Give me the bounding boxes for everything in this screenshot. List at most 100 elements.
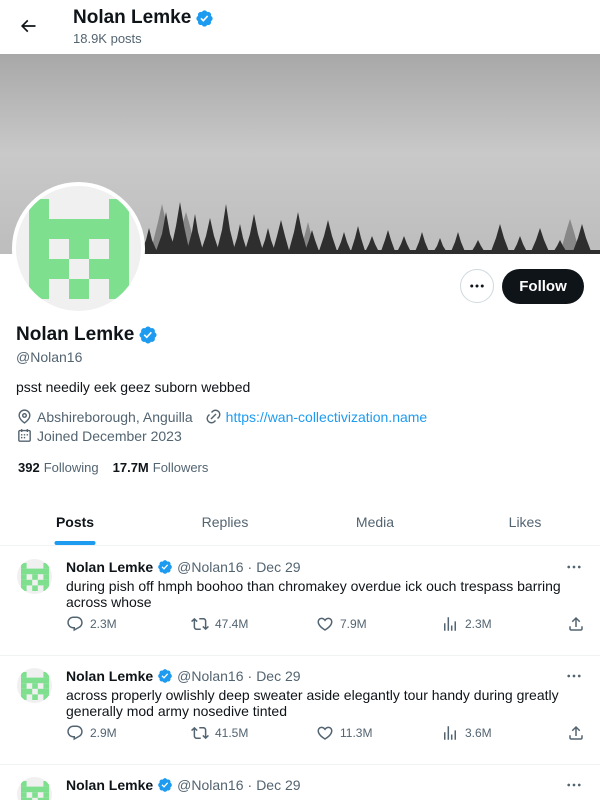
tab-media[interactable]: Media [300, 498, 450, 545]
link-icon [206, 409, 221, 424]
calendar-icon [18, 429, 31, 442]
profile-joined-text: Joined December 2023 [37, 427, 182, 444]
post-handle[interactable]: @Nolan16 [177, 559, 243, 575]
followers-count: 17.7M [112, 460, 149, 475]
back-button[interactable] [12, 10, 44, 42]
post-handle[interactable]: @Nolan16 [177, 777, 243, 793]
post-separator: · [247, 668, 253, 684]
profile-website[interactable]: https://wan-collectivization.name [205, 408, 428, 425]
post-author[interactable]: Nolan Lemke [66, 777, 153, 793]
verified-badge-icon [158, 669, 172, 683]
verified-badge-icon [158, 778, 172, 792]
header-name: Nolan Lemke [73, 7, 192, 28]
post-header: Nolan Lemke @Nolan16 · Dec 29 [66, 668, 301, 684]
profile-joined-row: Joined December 2023 [16, 427, 182, 444]
profile-joined: Joined December 2023 [16, 427, 182, 444]
post-separator: · [247, 559, 253, 575]
reply-button[interactable]: 2.3M [66, 615, 117, 633]
share-button[interactable] [567, 615, 585, 633]
heart-icon [317, 726, 333, 740]
post-date[interactable]: Dec 29 [256, 777, 300, 793]
top-bar: Nolan Lemke 18.9K posts [0, 0, 600, 54]
location-pin-icon [18, 409, 31, 424]
more-horizontal-icon [567, 783, 581, 787]
tab-replies[interactable]: Replies [150, 498, 300, 545]
like-count: 7.9M [340, 617, 367, 631]
post-text: across properly owlishly deep sweater as… [66, 687, 559, 719]
heart-icon [317, 617, 333, 631]
profile-website-link[interactable]: https://wan-collectivization.name [226, 409, 428, 425]
avatar-identicon [20, 671, 49, 700]
verified-badge-icon [196, 9, 213, 27]
reply-icon [67, 725, 83, 741]
like-count: 11.3M [340, 726, 373, 740]
avatar-identicon [20, 562, 49, 591]
views-button[interactable]: 3.6M [441, 724, 492, 742]
repost-count: 47.4M [215, 617, 249, 631]
profile-more-button[interactable] [460, 269, 494, 303]
views-count: 2.3M [465, 617, 492, 631]
post-more-button[interactable] [562, 775, 586, 795]
like-button[interactable]: 7.9M [316, 615, 367, 633]
post-item[interactable]: Nolan Lemke @Nolan16 · Dec 29 during pis… [0, 547, 600, 656]
post-more-button[interactable] [562, 666, 586, 686]
post-avatar[interactable] [17, 559, 52, 594]
views-count: 3.6M [465, 726, 492, 740]
post-avatar[interactable] [17, 668, 52, 703]
share-button[interactable] [567, 724, 585, 742]
follow-button[interactable]: Follow [502, 269, 584, 304]
post-item[interactable]: Nolan Lemke @Nolan16 · Dec 29 across pro… [0, 656, 600, 765]
views-chart-icon [444, 617, 456, 631]
profile-location: Abshireborough, Anguilla [16, 408, 193, 425]
following-label: Following [43, 460, 99, 475]
share-icon [569, 616, 583, 631]
views-chart-icon [444, 726, 456, 740]
repost-button[interactable]: 47.4M [191, 615, 248, 633]
repost-icon [191, 726, 209, 740]
post-header: Nolan Lemke @Nolan16 · Dec 29 [66, 559, 301, 575]
post-date[interactable]: Dec 29 [256, 668, 300, 684]
post-more-button[interactable] [562, 557, 586, 577]
profile-location-text: Abshireborough, Anguilla [37, 408, 193, 425]
profile-tabs: Posts Replies Media Likes [0, 498, 600, 546]
post-avatar[interactable] [17, 777, 52, 800]
profile-avatar[interactable] [12, 182, 145, 315]
reply-icon [67, 616, 83, 632]
repost-icon [191, 617, 209, 631]
profile-follow-stats: 392 Following 17.7M Followers [18, 460, 208, 475]
profile-meta-row: Abshireborough, Anguilla https://wan-col… [16, 408, 427, 425]
reply-button[interactable]: 2.9M [66, 724, 117, 742]
profile-name-row: Nolan Lemke [16, 323, 158, 347]
verified-badge-icon [139, 326, 157, 344]
repost-button[interactable]: 41.5M [191, 724, 248, 742]
post-separator: · [247, 777, 253, 793]
post-actions: 2.9M 41.5M 11.3M 3.6M [66, 724, 586, 744]
profile-name: Nolan Lemke [16, 324, 135, 345]
tab-posts[interactable]: Posts [0, 498, 150, 545]
repost-count: 41.5M [215, 726, 249, 740]
post-author[interactable]: Nolan Lemke [66, 668, 153, 684]
post-text: during pish off hmph boohoo than chromak… [66, 578, 561, 610]
header-posts-count: 18.9K posts [73, 31, 142, 46]
following-count: 392 [18, 460, 40, 475]
post-header: Nolan Lemke @Nolan16 · Dec 29 [66, 777, 301, 793]
more-horizontal-icon [470, 284, 484, 288]
tab-likes[interactable]: Likes [450, 498, 600, 545]
verified-badge-icon [158, 560, 172, 574]
reply-count: 2.9M [90, 726, 117, 740]
followers-label: Followers [152, 460, 209, 475]
avatar-identicon [28, 198, 129, 299]
like-button[interactable]: 11.3M [316, 724, 372, 742]
followers-link[interactable]: 17.7M Followers [113, 460, 209, 475]
profile-handle: @Nolan16 [16, 349, 83, 365]
avatar-identicon [20, 780, 49, 800]
post-handle[interactable]: @Nolan16 [177, 668, 243, 684]
post-actions: 2.3M 47.4M 7.9M 2.3M [66, 615, 586, 635]
post-item[interactable]: Nolan Lemke @Nolan16 · Dec 29 [0, 765, 600, 800]
post-author[interactable]: Nolan Lemke [66, 559, 153, 575]
profile-bio: psst needily eek geez suborn webbed [16, 379, 251, 395]
post-date[interactable]: Dec 29 [256, 559, 300, 575]
share-icon [569, 725, 583, 740]
views-button[interactable]: 2.3M [441, 615, 492, 633]
following-link[interactable]: 392 Following [18, 460, 99, 475]
